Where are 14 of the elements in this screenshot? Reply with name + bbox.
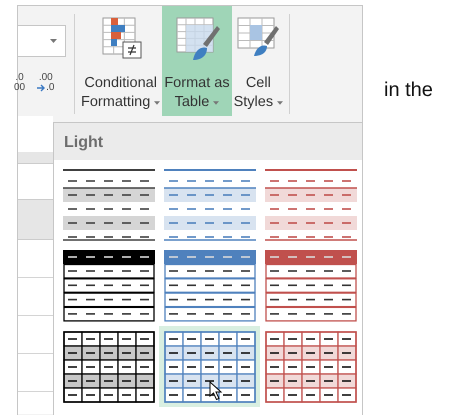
decimal-button[interactable]: .00 .0: [35, 73, 56, 93]
dropdown-caret-icon: [154, 100, 160, 104]
section-heading: Light: [64, 134, 104, 151]
body-text: in the: [384, 78, 433, 103]
dropdown-field[interactable]: [18, 25, 66, 57]
ribbon-button[interactable]: Cell Styles: [232, 6, 286, 116]
dropdown-caret-icon: [277, 100, 284, 104]
arrow-icon: [37, 84, 46, 92]
dropdown-caret-icon: [213, 100, 220, 104]
decimal-button[interactable]: .0 00: [12, 73, 28, 93]
ribbon-button[interactable]: Conditional Formatting: [79, 6, 162, 116]
ribbon-button[interactable]: Format as Table: [162, 6, 232, 116]
cursor-icon: [209, 381, 223, 401]
dropdown-caret-icon: [50, 39, 57, 43]
